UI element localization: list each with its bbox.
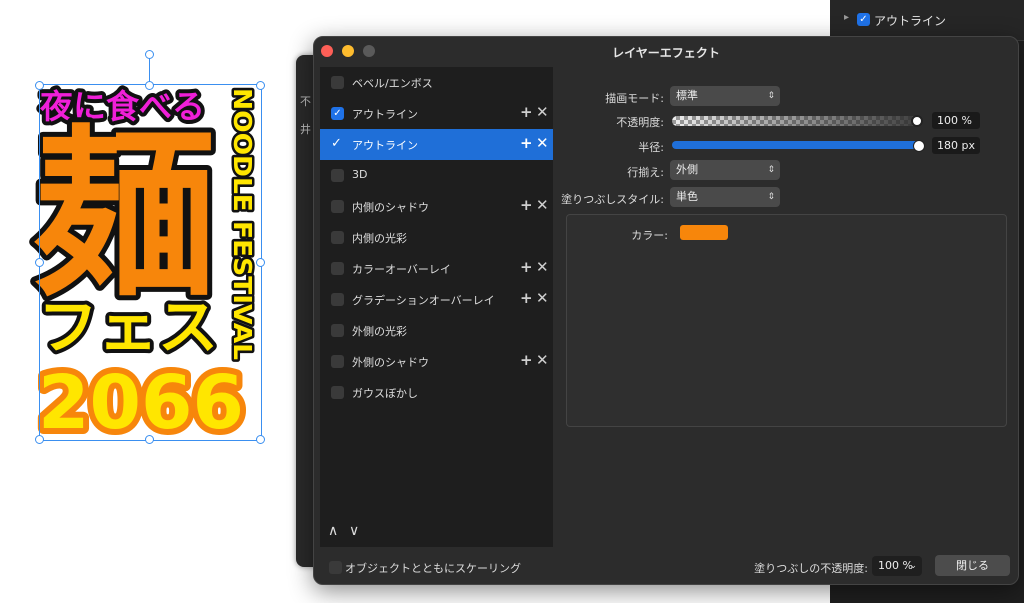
add-effect-icon[interactable]: + xyxy=(520,258,533,276)
checkbox[interactable] xyxy=(331,386,344,399)
blend-mode-label: 描画モード: xyxy=(605,92,664,105)
checkbox-checked-icon[interactable]: ✓ xyxy=(331,107,344,120)
opacity-slider[interactable] xyxy=(672,116,920,126)
chevron-right-icon[interactable]: ▸ xyxy=(844,12,849,23)
color-swatch[interactable] xyxy=(680,225,728,240)
radius-value-field[interactable]: 180 px xyxy=(932,137,980,154)
effect-item[interactable]: 3D xyxy=(320,160,553,191)
scale-with-object-label: オブジェクトとともにスケーリング xyxy=(345,562,521,575)
effect-item-label: ガウスぼかし xyxy=(352,387,418,400)
remove-effect-icon[interactable]: ✕ xyxy=(536,289,549,307)
opacity-slider-knob[interactable] xyxy=(911,115,923,127)
fill-opacity-popup[interactable]: 100 % ⌄ xyxy=(872,556,922,576)
radius-label: 半径: xyxy=(638,141,664,154)
fill-style-popup[interactable]: 単色 ⇕ xyxy=(670,187,780,207)
effects-list: ベベル/エンボス ✓ アウトライン + ✕ ✓ アウトライン + ✕ 3D 内側のシャドウ + ✕ 内側の… xyxy=(320,67,553,517)
resize-handle-right[interactable] xyxy=(256,258,265,267)
layers-panel-row-label: アウトライン xyxy=(874,14,947,28)
add-effect-icon[interactable]: + xyxy=(520,289,533,307)
resize-handle-bottom[interactable] xyxy=(145,435,154,444)
effect-item[interactable]: グラデーションオーバーレイ + ✕ xyxy=(320,284,553,315)
selection-bounding-box[interactable] xyxy=(39,84,262,441)
fill-opacity-value: 100 % xyxy=(878,559,913,572)
dialog-titlebar[interactable]: レイヤーエフェクト xyxy=(314,37,1018,65)
resize-handle-bottom-left[interactable] xyxy=(35,435,44,444)
checkbox-checked-icon[interactable]: ✓ xyxy=(857,13,870,26)
color-label: カラー: xyxy=(631,229,668,242)
radius-slider-knob[interactable] xyxy=(913,140,925,152)
effect-item[interactable]: ✓ アウトライン + ✕ xyxy=(320,129,553,160)
checkbox[interactable] xyxy=(331,169,344,182)
remove-effect-icon[interactable]: ✕ xyxy=(536,351,549,369)
fill-style-label: 塗りつぶしスタイル: xyxy=(561,193,664,206)
background-window-item: 井 xyxy=(300,123,311,136)
checkbox[interactable] xyxy=(331,293,344,306)
fill-opacity-label: 塗りつぶしの不透明度: xyxy=(754,562,868,575)
effect-item-label: 内側の光彩 xyxy=(352,232,407,245)
effect-item-label: 外側の光彩 xyxy=(352,325,407,338)
color-settings-panel xyxy=(566,214,1007,427)
align-value: 外側 xyxy=(676,163,698,176)
effect-item-label: カラーオーバーレイ xyxy=(352,263,451,276)
add-effect-icon[interactable]: + xyxy=(520,351,533,369)
chevron-updown-icon: ⇕ xyxy=(767,91,775,101)
checkbox[interactable] xyxy=(331,200,344,213)
scale-with-object-checkbox[interactable] xyxy=(329,561,342,574)
effect-item-label: アウトライン xyxy=(352,139,418,152)
layers-panel-row-outline[interactable]: ▸ ✓ アウトライン xyxy=(830,0,1024,41)
effect-item-label: 外側のシャドウ xyxy=(352,356,429,369)
effect-item-label: 内側のシャドウ xyxy=(352,201,429,214)
checkmark-icon[interactable]: ✓ xyxy=(331,136,342,151)
align-label: 行揃え: xyxy=(627,166,664,179)
chevron-updown-icon: ⇕ xyxy=(767,192,775,202)
move-up-button[interactable]: ∧ xyxy=(328,523,338,539)
layer-effects-dialog: レイヤーエフェクト ベベル/エンボス ✓ アウトライン + ✕ ✓ アウトライン + ✕ 3D 内側… xyxy=(313,36,1019,585)
resize-handle-bottom-right[interactable] xyxy=(256,435,265,444)
effect-item-label: 3D xyxy=(352,168,368,181)
opacity-label: 不透明度: xyxy=(616,116,664,129)
resize-handle-left[interactable] xyxy=(35,258,44,267)
blend-mode-popup[interactable]: 標準 ⇕ xyxy=(670,86,780,106)
effect-item[interactable]: 内側の光彩 xyxy=(320,222,553,253)
background-window-item: 不 xyxy=(300,95,311,108)
effect-item[interactable]: ✓ アウトライン + ✕ xyxy=(320,98,553,129)
effect-item-label: グラデーションオーバーレイ xyxy=(352,294,495,307)
rotation-handle[interactable] xyxy=(145,50,154,59)
checkbox[interactable] xyxy=(331,355,344,368)
dialog-title: レイヤーエフェクト xyxy=(612,46,720,60)
effect-item[interactable]: 外側のシャドウ + ✕ xyxy=(320,346,553,377)
chevron-updown-icon: ⇕ xyxy=(767,165,775,175)
effect-item[interactable]: カラーオーバーレイ + ✕ xyxy=(320,253,553,284)
opacity-value-field[interactable]: 100 % xyxy=(932,112,980,129)
resize-handle-top-right[interactable] xyxy=(256,81,265,90)
effects-list-toolbar: ∧ ∨ xyxy=(320,517,553,547)
resize-handle-top[interactable] xyxy=(145,81,154,90)
close-button[interactable]: 閉じる xyxy=(935,555,1010,576)
effect-item[interactable]: ベベル/エンボス xyxy=(320,67,553,98)
effect-item[interactable]: 内側のシャドウ + ✕ xyxy=(320,191,553,222)
checkbox[interactable] xyxy=(331,231,344,244)
remove-effect-icon[interactable]: ✕ xyxy=(536,258,549,276)
fill-style-value: 単色 xyxy=(676,190,698,203)
blend-mode-value: 標準 xyxy=(676,89,698,102)
radius-slider[interactable] xyxy=(672,141,920,149)
checkbox[interactable] xyxy=(331,262,344,275)
checkbox[interactable] xyxy=(331,76,344,89)
effect-item[interactable]: 外側の光彩 xyxy=(320,315,553,346)
align-popup[interactable]: 外側 ⇕ xyxy=(670,160,780,180)
move-down-button[interactable]: ∨ xyxy=(349,523,359,539)
checkbox[interactable] xyxy=(331,324,344,337)
resize-handle-top-left[interactable] xyxy=(35,81,44,90)
chevron-down-icon: ⌄ xyxy=(909,561,917,571)
effect-item-label: アウトライン xyxy=(352,108,418,121)
effect-item[interactable]: ガウスぼかし xyxy=(320,377,553,408)
effect-item-label: ベベル/エンボス xyxy=(352,77,433,90)
